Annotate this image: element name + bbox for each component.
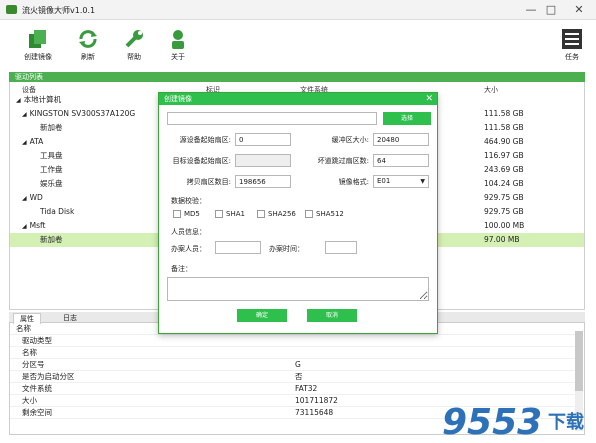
menu-icon <box>562 29 582 49</box>
row-size: 243.69 GB <box>484 165 524 174</box>
expand-icon[interactable]: ◢ <box>16 97 21 104</box>
wrench-icon <box>125 30 143 48</box>
src-start-input[interactable] <box>235 133 291 146</box>
case-time-label: 办案时间： <box>269 245 304 253</box>
row-size: 116.97 GB <box>484 151 524 160</box>
remark-textarea[interactable] <box>167 277 429 301</box>
dst-start-label: 目标设备起始扇区: <box>172 157 231 165</box>
row-size: 104.24 GB <box>484 179 524 188</box>
scrollbar-thumb[interactable] <box>575 331 583 391</box>
checkbox-sha512[interactable]: SHA512 <box>305 210 344 218</box>
src-start-label: 源设备起始扇区: <box>179 136 231 144</box>
row-size: 464.90 GB <box>484 137 524 146</box>
refresh-button[interactable]: 刷新 <box>70 28 106 62</box>
checkbox-box[interactable] <box>305 210 313 218</box>
create-image-button[interactable]: 创建镜像 <box>20 28 56 62</box>
create-image-dialog: 创建镜像 ✕ 选择 源设备起始扇区: 缓冲区大小: 目标设备起始扇区: 坏道跳过… <box>158 92 438 334</box>
dialog-titlebar: 创建镜像 ✕ <box>159 93 437 105</box>
copy-count-input[interactable] <box>235 175 291 188</box>
watermark-sub: 下载 <box>548 411 584 433</box>
buffer-size-label: 缓冲区大小: <box>331 136 369 144</box>
checksum-label: 数据校验： <box>171 197 206 205</box>
row-name: ATA <box>29 137 44 146</box>
prop-row: 是否为启动分区否 <box>10 371 575 383</box>
dst-start-input[interactable] <box>235 154 291 167</box>
expand-icon[interactable]: ◢ <box>22 139 27 146</box>
prop-row: 分区号 G <box>10 359 575 371</box>
ok-button[interactable]: 确定 <box>237 309 287 322</box>
checkbox-md5[interactable]: MD5 <box>173 210 200 218</box>
tab-log[interactable]: 日志 <box>57 313 83 323</box>
minimize-icon[interactable]: — <box>522 2 540 18</box>
row-size: 100.00 MB <box>484 221 525 230</box>
row-name: Msft <box>29 221 46 230</box>
dialog-title: 创建镜像 <box>164 95 192 103</box>
image-path-input[interactable] <box>167 112 377 125</box>
checkbox-box[interactable] <box>257 210 265 218</box>
copy-count-label: 拷贝扇区数目: <box>186 178 231 186</box>
image-format-value: E01 <box>377 177 391 185</box>
close-icon[interactable]: ✕ <box>570 2 588 18</box>
prop-row: 名称 <box>10 347 575 359</box>
maximize-icon[interactable]: □ <box>542 2 560 18</box>
row-name: WD <box>29 193 43 202</box>
help-label: 帮助 <box>127 53 141 61</box>
case-time-input[interactable] <box>325 241 357 254</box>
operator-label: 办案人员： <box>171 245 206 253</box>
bad-sector-skip-input[interactable] <box>373 154 429 167</box>
refresh-icon <box>79 30 97 48</box>
title-bar: 流火镜像大师v1.0.1 — □ ✕ <box>0 0 596 20</box>
app-logo-icon <box>6 5 17 14</box>
checkbox-box[interactable] <box>215 210 223 218</box>
expand-icon[interactable]: ◢ <box>22 195 27 202</box>
expand-icon[interactable]: ◢ <box>22 111 27 118</box>
row-size: 929.75 GB <box>484 193 524 202</box>
about-button[interactable]: 关于 <box>160 28 196 62</box>
tasks-label: 任务 <box>565 53 579 61</box>
window-title: 流火镜像大师v1.0.1 <box>22 6 96 15</box>
operator-input[interactable] <box>215 241 261 254</box>
dialog-close-icon[interactable]: ✕ <box>425 93 433 105</box>
browse-button[interactable]: 选择 <box>383 112 431 125</box>
toolbar: 创建镜像 刷新 帮助 关于 任务 <box>0 20 596 70</box>
image-format-select[interactable]: E01 ▼ <box>373 175 429 188</box>
row-size: 97.00 MB <box>484 235 520 244</box>
checkbox-box[interactable] <box>173 210 181 218</box>
user-icon <box>172 30 184 49</box>
checkbox-sha1[interactable]: SHA1 <box>215 210 245 218</box>
site-watermark-logo: 9553 下载 <box>442 402 584 443</box>
row-size: 111.58 GB <box>484 109 524 118</box>
person-info-label: 人员信息： <box>171 228 206 236</box>
cancel-button[interactable]: 取消 <box>307 309 357 322</box>
drive-list-header: 驱动列表 <box>9 72 585 82</box>
help-button[interactable]: 帮助 <box>116 28 152 62</box>
tasks-button[interactable]: 任务 <box>554 28 590 62</box>
row-size: 111.58 GB <box>484 123 524 132</box>
checkbox-sha256[interactable]: SHA256 <box>257 210 296 218</box>
row-name: KINGSTON SV300S37A120G <box>29 109 136 118</box>
create-image-icon <box>29 30 46 48</box>
bad-sector-skip-label: 坏道跳过扇区数: <box>317 157 369 165</box>
buffer-size-input[interactable] <box>373 133 429 146</box>
expand-icon[interactable]: ◢ <box>22 223 27 230</box>
prop-row: 驱动类型 <box>10 335 575 347</box>
watermark-text: 9553 <box>442 402 542 443</box>
row-name: 本地计算机 <box>23 95 62 104</box>
create-image-label: 创建镜像 <box>24 53 52 61</box>
prop-row: 文件系统 FAT32 <box>10 383 575 395</box>
chevron-down-icon: ▼ <box>420 178 425 185</box>
remark-label: 备注： <box>171 265 192 273</box>
row-size: 929.75 GB <box>484 207 524 216</box>
about-label: 关于 <box>171 53 185 61</box>
refresh-label: 刷新 <box>81 53 95 61</box>
image-format-label: 镜像格式: <box>338 178 369 186</box>
